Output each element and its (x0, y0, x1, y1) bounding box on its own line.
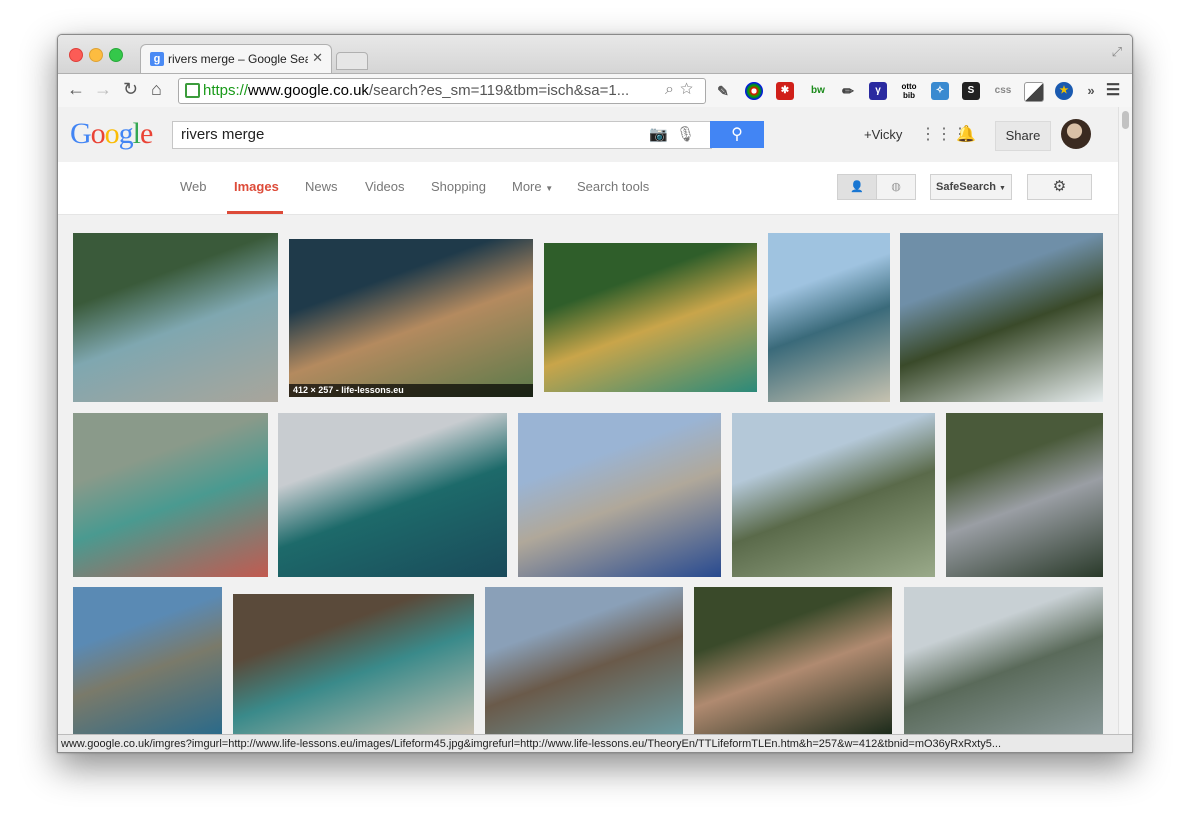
tab-news[interactable]: News (305, 179, 338, 194)
zoom-icon[interactable]: ⌕ (665, 81, 680, 98)
reload-icon[interactable]: ↻ (123, 79, 138, 100)
image-result[interactable] (694, 587, 892, 735)
tab-strip: g rivers merge – Google Sear ✕ ⤢ (58, 35, 1132, 74)
search-button[interactable]: ⚲ (710, 121, 764, 148)
image-result[interactable] (946, 413, 1103, 577)
css-extension-icon[interactable]: css (992, 82, 1014, 100)
chevron-down-icon: ▼ (545, 184, 554, 193)
google-favicon-icon: g (150, 52, 164, 66)
lastpass-icon[interactable]: ✱ (776, 82, 794, 100)
image-result[interactable] (544, 243, 757, 392)
image-result[interactable] (73, 233, 278, 402)
active-tab-underline (227, 211, 283, 214)
image-result[interactable] (278, 413, 507, 577)
page-scrollbar[interactable] (1118, 107, 1132, 735)
chevron-down-icon: ▼ (999, 185, 1006, 192)
s-extension-icon[interactable]: S (962, 82, 980, 100)
eyedropper-icon[interactable]: ✎ (714, 82, 732, 100)
safesearch-label: SafeSearch (936, 181, 996, 193)
person-icon: 👤 (850, 181, 864, 193)
star-icon[interactable]: ★ (1055, 82, 1073, 100)
home-icon[interactable]: ⌂ (151, 79, 162, 100)
hide-personal-results-button[interactable]: ◍ (876, 174, 916, 200)
browser-window: g rivers merge – Google Sear ✕ ⤢ ← → ↻ ⌂… (57, 34, 1133, 753)
pixel-icon[interactable] (1024, 82, 1044, 102)
tab-videos[interactable]: Videos (365, 179, 405, 194)
image-result[interactable] (73, 587, 222, 735)
tab-title: rivers merge – Google Sear (168, 52, 308, 66)
new-tab-button[interactable] (336, 52, 368, 70)
colorzilla-icon[interactable] (745, 82, 763, 100)
search-tools-icons: 📷🎙 (649, 125, 703, 143)
image-result[interactable] (485, 587, 683, 735)
safesearch-dropdown[interactable]: SafeSearch ▼ (930, 174, 1012, 200)
globe-icon: ◍ (891, 181, 901, 193)
avatar[interactable] (1061, 119, 1091, 149)
close-window-button[interactable] (69, 48, 83, 62)
bw-extension-icon[interactable]: bw (807, 82, 829, 100)
lock-icon (185, 83, 200, 98)
google-logo[interactable]: Google (70, 117, 153, 151)
tab-shopping[interactable]: Shopping (431, 179, 486, 194)
tab-more[interactable]: More ▼ (512, 179, 553, 194)
image-result[interactable] (518, 413, 721, 577)
url-text: https://www.google.co.uk/search?es_sm=11… (203, 82, 653, 99)
google-header: Google rivers merge 📷🎙 ⚲ +Vicky ⋮⋮⋮ 🔔 Sh… (58, 107, 1118, 162)
image-result[interactable]: 412 × 257 - life-lessons.eu (289, 239, 533, 397)
logo-letter: o (90, 117, 106, 150)
minimize-window-button[interactable] (89, 48, 103, 62)
logo-letter: l (132, 117, 141, 150)
logo-letter: o (104, 117, 120, 150)
back-icon[interactable]: ← (67, 79, 85, 100)
dna-icon[interactable]: ✧ (931, 82, 949, 100)
scrollbar-thumb[interactable] (1122, 111, 1129, 129)
tab-more-label: More (512, 179, 542, 194)
maximize-window-button[interactable] (109, 48, 123, 62)
logo-letter: g (118, 117, 134, 150)
image-result[interactable] (233, 594, 474, 735)
browser-tab[interactable]: g rivers merge – Google Sear ✕ (140, 44, 332, 74)
image-result[interactable] (768, 233, 890, 402)
share-button[interactable]: Share (995, 121, 1051, 151)
camera-icon[interactable]: 📷 (649, 126, 676, 143)
ottobib-icon[interactable]: otto bib (900, 82, 918, 100)
forward-icon[interactable]: → (94, 79, 112, 100)
bookmark-star-icon[interactable]: ☆ (680, 81, 699, 98)
close-tab-icon[interactable]: ✕ (312, 50, 323, 66)
status-bar: www.google.co.uk/imgres?imgurl=http://ww… (58, 734, 1132, 752)
address-bar[interactable]: https://www.google.co.uk/search?es_sm=11… (178, 78, 706, 104)
image-result[interactable] (904, 587, 1103, 735)
microphone-icon[interactable]: 🎙 (676, 126, 703, 143)
gamma-icon[interactable]: γ (869, 82, 887, 100)
personal-results-button[interactable]: 👤 (837, 174, 877, 200)
logo-letter: e (140, 117, 153, 150)
tab-search-tools[interactable]: Search tools (577, 179, 649, 194)
image-caption: 412 × 257 - life-lessons.eu (289, 384, 533, 397)
image-result[interactable] (900, 233, 1103, 402)
url-host: www.google.co.uk (248, 82, 369, 99)
browser-toolbar: ← → ↻ ⌂ https://www.google.co.uk/search?… (58, 73, 1132, 108)
pencil-icon[interactable]: ✏ (839, 82, 857, 100)
menu-icon[interactable]: ☰ (1104, 82, 1122, 100)
tab-images[interactable]: Images (234, 179, 279, 194)
gear-icon: ⚙ (1052, 178, 1067, 195)
more-extensions-icon[interactable]: » (1082, 82, 1100, 100)
image-result[interactable] (732, 413, 935, 577)
fullscreen-icon[interactable]: ⤢ (1112, 44, 1122, 60)
search-input[interactable]: rivers merge 📷🎙 (172, 121, 712, 149)
search-nav: Web Images News Videos Shopping More ▼ S… (58, 162, 1118, 215)
notification-bell-icon[interactable]: 🔔 (956, 124, 976, 144)
omnibox-icons: ⌕☆ (665, 81, 699, 99)
settings-button[interactable]: ⚙ (1027, 174, 1092, 200)
search-icon: ⚲ (731, 126, 743, 143)
image-result[interactable] (73, 413, 268, 577)
url-scheme: https:// (203, 82, 249, 99)
tab-web[interactable]: Web (180, 179, 207, 194)
search-query: rivers merge (181, 126, 265, 143)
url-path: /search?es_sm=119&tbm=isch&sa=1... (368, 82, 630, 99)
image-results: 412 × 257 - life-lessons.eu (58, 215, 1118, 735)
logo-letter: G (70, 117, 92, 150)
user-link[interactable]: +Vicky (864, 127, 902, 142)
